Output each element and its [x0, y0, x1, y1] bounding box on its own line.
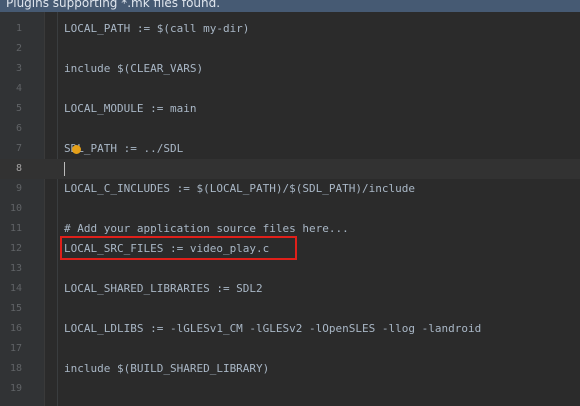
code-line[interactable]: LOCAL_MODULE := main	[64, 99, 196, 119]
code-line-ldlibs[interactable]: LOCAL_LDLIBS := -lGLESv1_CM -lGLESv2 -lO…	[64, 319, 481, 339]
plugin-notification-banner[interactable]: Plugins supporting *.mk files found.	[0, 0, 580, 12]
code-line[interactable]: LOCAL_C_INCLUDES := $(LOCAL_PATH)/$(SDL_…	[64, 179, 415, 199]
line-number: 15	[9, 303, 22, 314]
line-number: 3	[15, 63, 22, 74]
line-number: 1	[15, 23, 22, 34]
plugin-notification-text: Plugins supporting *.mk files found.	[6, 0, 221, 10]
code-line[interactable]: include $(CLEAR_VARS)	[64, 59, 203, 79]
line-number: 17	[9, 343, 22, 354]
line-number: 14	[9, 283, 22, 294]
line-number: 11	[9, 223, 22, 234]
line-number: 18	[9, 363, 22, 374]
line-number-current: 8	[15, 163, 22, 174]
code-line[interactable]: LOCAL_PATH := $(call my-dir)	[64, 19, 249, 39]
lightbulb-icon[interactable]	[72, 145, 81, 154]
line-number: 10	[9, 203, 22, 214]
line-number: 4	[15, 83, 22, 94]
line-number: 9	[15, 183, 22, 194]
code-line[interactable]: include $(BUILD_SHARED_LIBRARY)	[64, 359, 269, 379]
line-number: 19	[9, 383, 22, 394]
line-number: 16	[9, 323, 22, 334]
line-number: 13	[9, 263, 22, 274]
gutter-divider	[44, 12, 45, 406]
line-number: 12	[9, 243, 22, 254]
code-line[interactable]: LOCAL_SHARED_LIBRARIES := SDL2	[64, 279, 263, 299]
line-number: 7	[15, 143, 22, 154]
current-line-highlight	[0, 159, 580, 179]
fold-area-divider	[57, 12, 58, 406]
code-line[interactable]: SDL_PATH := ../SDL	[64, 139, 183, 159]
text-caret	[64, 162, 65, 176]
line-number: 2	[15, 43, 22, 54]
line-number: 5	[15, 103, 22, 114]
line-number: 6	[15, 123, 22, 134]
annotation-highlight-box	[60, 236, 297, 260]
editor-window: Plugins supporting *.mk files found. 1 2…	[0, 0, 580, 406]
